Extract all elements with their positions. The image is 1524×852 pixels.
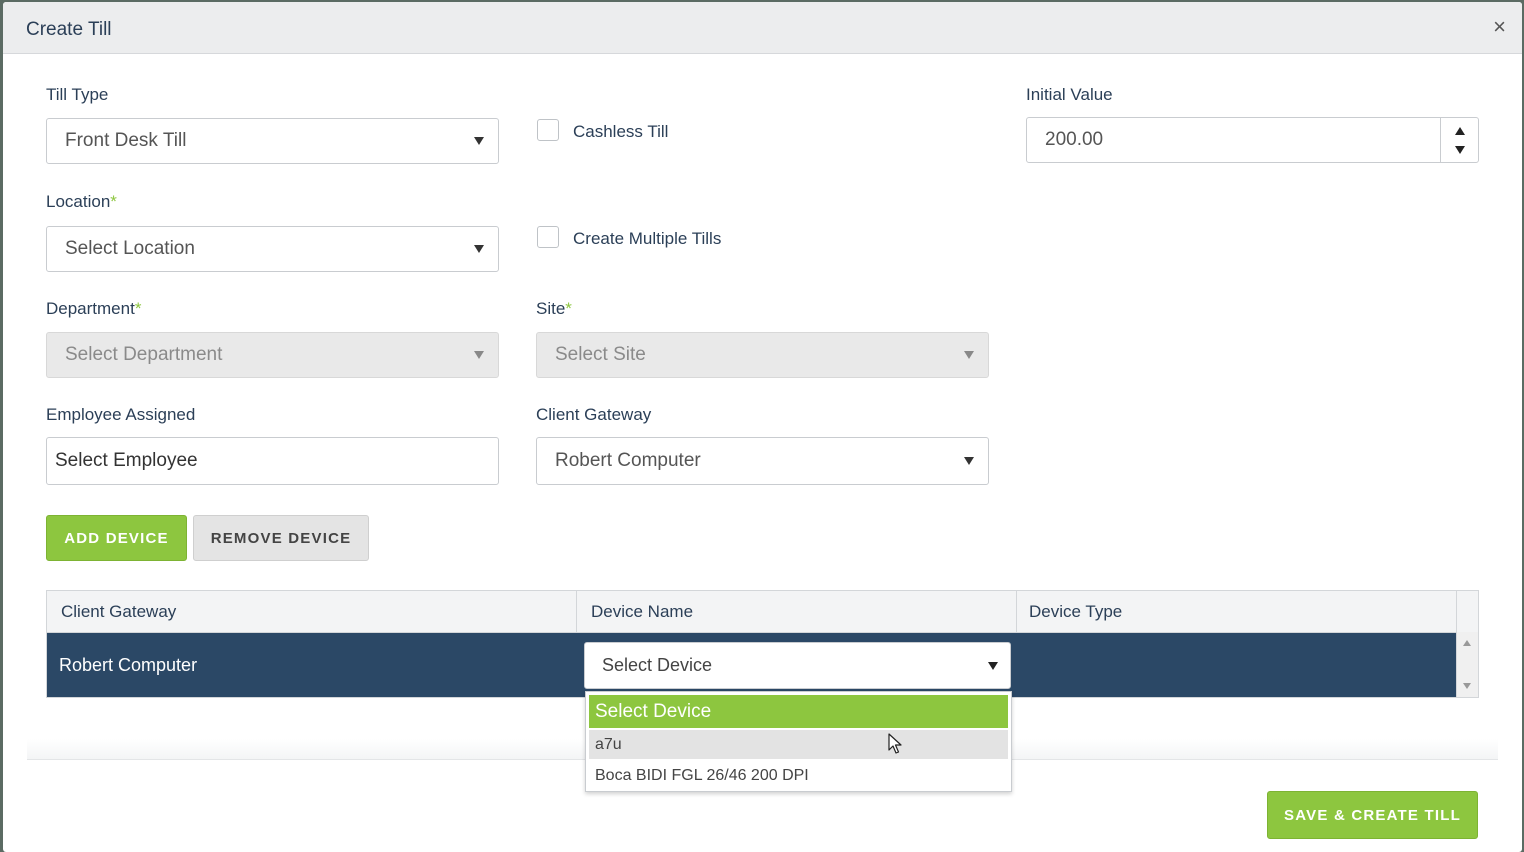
site-value: Select Site bbox=[555, 344, 646, 365]
required-marker: * bbox=[110, 192, 117, 211]
location-select[interactable]: Select Location bbox=[46, 226, 499, 272]
site-label: Site* bbox=[536, 299, 572, 319]
required-marker: * bbox=[565, 299, 572, 318]
device-name-select[interactable]: Select Device bbox=[584, 642, 1011, 689]
till-type-select[interactable]: Front Desk Till bbox=[46, 118, 499, 164]
employee-select[interactable]: Select Employee bbox=[46, 437, 499, 485]
create-multiple-tills-checkbox[interactable] bbox=[537, 226, 559, 248]
department-select: Select Department bbox=[46, 332, 499, 378]
scroll-up-icon[interactable] bbox=[1463, 640, 1471, 646]
number-spinner[interactable] bbox=[1440, 118, 1478, 162]
dropdown-option-select-device[interactable]: Select Device bbox=[589, 695, 1008, 728]
grid-scrollbar[interactable] bbox=[1456, 632, 1478, 697]
cashless-till-checkbox[interactable] bbox=[537, 119, 559, 141]
site-label-text: Site bbox=[536, 299, 566, 318]
employee-assigned-label: Employee Assigned bbox=[46, 405, 196, 424]
increment-arrow-icon[interactable] bbox=[1455, 127, 1465, 135]
modal-title: Create Till bbox=[26, 19, 112, 40]
initial-value-label: Initial Value bbox=[1026, 85, 1113, 104]
cashless-till-label: Cashless Till bbox=[573, 122, 669, 141]
department-label: Department* bbox=[46, 299, 141, 319]
remove-device-button[interactable]: REMOVE DEVICE bbox=[193, 515, 369, 561]
scroll-down-icon[interactable] bbox=[1463, 683, 1471, 689]
grid-header: Client Gateway Device Name Device Type bbox=[47, 591, 1478, 633]
cell-client-gateway: Robert Computer bbox=[59, 655, 198, 675]
create-multiple-tills-label: Create Multiple Tills bbox=[573, 229, 722, 248]
create-till-modal: Create Till × Till Type Front Desk Till … bbox=[3, 2, 1522, 852]
chevron-down-icon bbox=[964, 457, 974, 465]
till-type-value: Front Desk Till bbox=[65, 130, 187, 151]
location-label: Location* bbox=[46, 192, 117, 212]
dropdown-option-boca[interactable]: Boca BIDI FGL 26/46 200 DPI bbox=[589, 761, 1008, 790]
department-value: Select Department bbox=[65, 344, 223, 365]
client-gateway-select[interactable]: Robert Computer bbox=[536, 437, 989, 485]
device-dropdown-list: Select Device a7u Boca BIDI FGL 26/46 20… bbox=[585, 691, 1012, 792]
modal-header: Create Till × bbox=[3, 2, 1522, 54]
employee-value: Select Employee bbox=[55, 450, 198, 471]
initial-value-input[interactable]: 200.00 bbox=[1026, 117, 1479, 163]
device-name-value: Select Device bbox=[602, 655, 713, 675]
chevron-down-icon bbox=[964, 351, 974, 359]
chevron-down-icon bbox=[474, 137, 484, 145]
column-header-client-gateway[interactable]: Client Gateway bbox=[47, 591, 577, 632]
initial-value-text: 200.00 bbox=[1045, 129, 1104, 150]
till-type-label: Till Type bbox=[46, 85, 109, 104]
save-create-till-button[interactable]: SAVE & CREATE TILL bbox=[1267, 791, 1478, 839]
location-label-text: Location bbox=[46, 192, 111, 211]
close-icon[interactable]: × bbox=[1493, 16, 1506, 38]
site-select: Select Site bbox=[536, 332, 989, 378]
column-header-device-name[interactable]: Device Name bbox=[577, 591, 1017, 632]
chevron-down-icon bbox=[474, 245, 484, 253]
client-gateway-label: Client Gateway bbox=[536, 405, 652, 424]
department-label-text: Department bbox=[46, 299, 135, 318]
decrement-arrow-icon[interactable] bbox=[1455, 146, 1465, 154]
mouse-cursor-icon bbox=[888, 733, 902, 754]
location-value: Select Location bbox=[65, 238, 195, 259]
dropdown-option-a7u[interactable]: a7u bbox=[589, 730, 1008, 759]
required-marker: * bbox=[134, 299, 142, 318]
add-device-button[interactable]: ADD DEVICE bbox=[46, 515, 187, 561]
client-gateway-value: Robert Computer bbox=[555, 450, 701, 471]
chevron-down-icon bbox=[988, 661, 998, 670]
column-header-device-type[interactable]: Device Type bbox=[1017, 591, 1457, 632]
chevron-down-icon bbox=[474, 351, 484, 359]
